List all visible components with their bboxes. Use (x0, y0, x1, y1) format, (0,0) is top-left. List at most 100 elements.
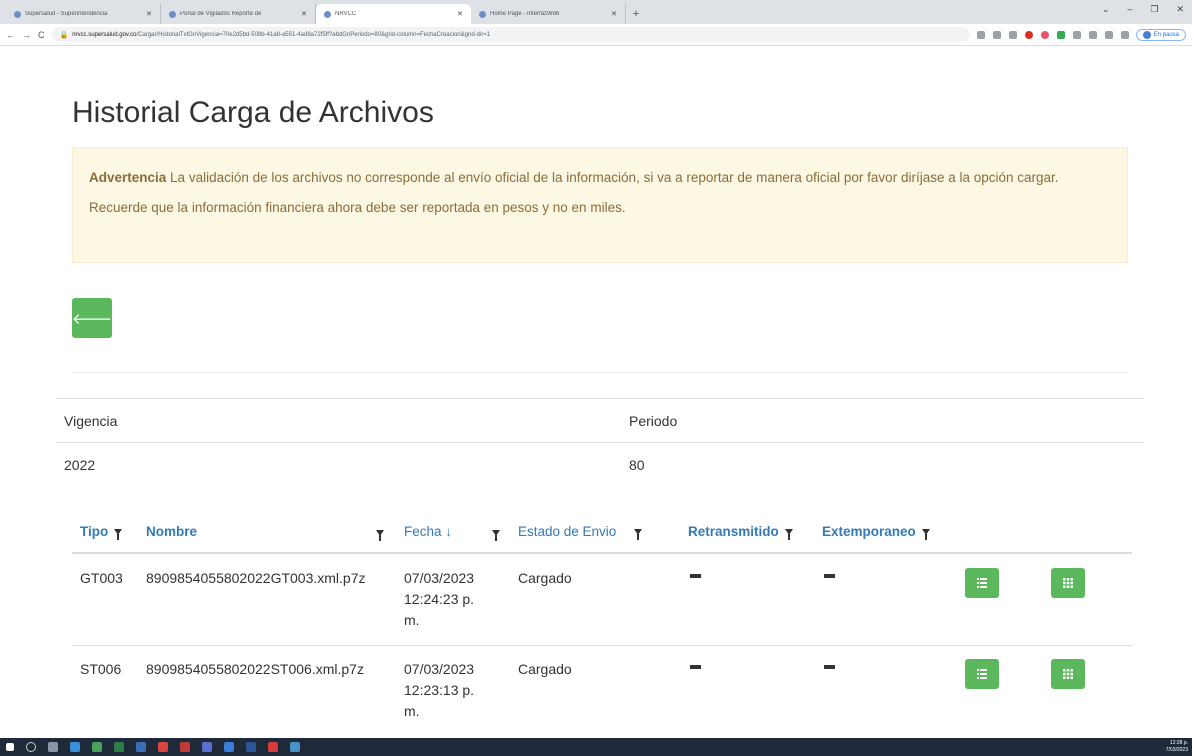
windows-taskbar: 12:28 p. 7/03/2023 (0, 738, 1192, 756)
filter-icon[interactable] (921, 528, 930, 540)
close-window-icon[interactable]: ✕ (1176, 4, 1184, 15)
column-fecha-label[interactable]: Fecha ↓ (404, 524, 452, 539)
browser-tab[interactable]: Home Page - InterfazWeb ✕ (471, 4, 626, 24)
favicon-icon (324, 10, 331, 18)
extension-icon[interactable] (1040, 30, 1049, 39)
warning-alert: Advertencia La validación de los archivo… (72, 147, 1128, 263)
forward-arrow-icon[interactable]: → (22, 30, 31, 40)
filter-icon[interactable] (634, 528, 643, 540)
favicon-icon (169, 10, 176, 18)
grid-icon (1063, 669, 1073, 679)
column-nombre-label[interactable]: Nombre (146, 524, 197, 539)
taskbar-clock[interactable]: 12:28 p. 7/03/2023 (1166, 740, 1188, 754)
extensions-area (976, 30, 1129, 39)
bookmark-star-icon[interactable] (1008, 30, 1017, 39)
periodo-value: 80 (621, 442, 1144, 487)
browser-tab[interactable]: Portal de Vigilados Reporte de ✕ (161, 4, 316, 24)
browser-tab-active[interactable]: NRVCC ✕ (316, 4, 471, 24)
dash-icon (824, 574, 835, 578)
acrobat-icon[interactable] (268, 742, 278, 752)
filter-icon[interactable] (376, 530, 384, 541)
avatar (1142, 30, 1151, 39)
app-icon[interactable] (136, 742, 146, 752)
close-icon[interactable]: ✕ (457, 10, 463, 18)
browser-tab[interactable]: Supersalud - Superintendencia ✕ (6, 4, 161, 24)
browser-tab-bar: Supersalud - Superintendencia ✕ Portal d… (0, 0, 1192, 24)
table-row: GT003 8909854055802022GT003.xml.p7z 07/0… (72, 556, 1132, 646)
tab-title: Portal de Vigilados Reporte de (180, 11, 262, 17)
close-icon[interactable]: ✕ (301, 10, 307, 18)
chrome-icon[interactable] (158, 742, 168, 752)
cell-fecha-time: 12:24:23 p. (404, 591, 475, 607)
dash-icon (690, 574, 701, 578)
tab-search-icon[interactable]: ⌄ (1102, 4, 1110, 15)
browser-toolbar: ← → C 🔒 nrvcc.supersalud.gov.co /Cargar/… (0, 24, 1192, 46)
windows-start-icon[interactable] (6, 743, 14, 751)
cell-fecha: 07/03/2023 12:23:13 p. m. (404, 659, 474, 722)
column-tipo[interactable]: Tipo (80, 524, 123, 540)
opera-extension-icon[interactable] (1024, 30, 1033, 39)
view-details-button[interactable] (965, 568, 999, 598)
filter-icon[interactable] (492, 530, 500, 541)
cell-fecha-ampm: m. (404, 703, 420, 719)
new-tab-icon[interactable]: + (626, 4, 646, 24)
address-bar[interactable]: 🔒 nrvcc.supersalud.gov.co /Cargar/Histor… (51, 27, 970, 42)
cell-tipo: ST006 (80, 661, 122, 677)
app-icon[interactable] (290, 742, 300, 752)
cell-fecha-date: 07/03/2023 (404, 570, 475, 586)
app-icon[interactable] (92, 742, 102, 752)
column-nombre[interactable]: Nombre (146, 524, 197, 539)
extension-icon[interactable] (1056, 30, 1065, 39)
maximize-icon[interactable]: ❐ (1150, 4, 1158, 15)
alert-text: La validación de los archivos no corresp… (166, 170, 1059, 185)
filter-icon[interactable] (784, 528, 793, 540)
column-retransmitido-label[interactable]: Retransmitido (688, 524, 779, 539)
cell-nombre: 8909854055802022GT003.xml.p7z (146, 570, 366, 586)
clock-date: 7/03/2023 (1165, 747, 1188, 753)
window-controls: ⌄ – ❐ ✕ (1102, 4, 1184, 15)
column-fecha[interactable]: Fecha ↓ (404, 524, 452, 539)
cell-fecha-ampm: m. (404, 612, 420, 628)
column-tipo-label[interactable]: Tipo (80, 524, 108, 539)
edge-icon[interactable] (70, 742, 80, 752)
search-icon[interactable] (26, 742, 36, 752)
tab-title: NRVCC (335, 11, 357, 17)
list-icon (977, 669, 987, 679)
outlook-icon[interactable] (246, 742, 256, 752)
close-icon[interactable]: ✕ (611, 10, 617, 18)
sidepanel-icon[interactable] (1120, 30, 1129, 39)
cell-fecha-time: 12:23:13 p. (404, 682, 475, 698)
url-host: nrvcc.supersalud.gov.co (72, 31, 137, 38)
close-icon[interactable]: ✕ (146, 10, 152, 18)
zoom-icon[interactable] (976, 30, 985, 39)
cell-nombre: 8909854055802022ST006.xml.p7z (146, 661, 364, 677)
view-details-button[interactable] (965, 659, 999, 689)
reload-icon[interactable]: C (38, 30, 45, 40)
share-icon[interactable] (992, 30, 1001, 39)
minimize-icon[interactable]: – (1127, 4, 1132, 15)
column-estado-label[interactable]: Estado de Envio (518, 524, 616, 539)
extension-icon[interactable] (1072, 30, 1081, 39)
app-icon[interactable] (202, 742, 212, 752)
column-retransmitido[interactable]: Retransmitido (688, 524, 793, 540)
app-icon[interactable] (180, 742, 190, 752)
alert-line-2: Recuerde que la información financiera a… (89, 200, 626, 215)
back-button[interactable]: 🡐 (72, 298, 112, 338)
filter-icon[interactable] (114, 528, 123, 540)
column-extemporaneo-label[interactable]: Extemporaneo (822, 524, 916, 539)
extension-icon[interactable] (1088, 30, 1097, 39)
column-estado[interactable]: Estado de Envio (518, 524, 643, 540)
grid-icon (1063, 578, 1073, 588)
profile-button[interactable]: En pausa (1135, 28, 1186, 41)
app-icon[interactable] (224, 742, 234, 752)
view-grid-button[interactable] (1051, 568, 1085, 598)
grid-header: Tipo Nombre Fecha ↓ Estado de Envio Retr… (72, 520, 1132, 554)
lock-icon: 🔒 (59, 31, 69, 39)
back-arrow-icon[interactable]: ← (6, 30, 15, 40)
task-view-icon[interactable] (48, 742, 58, 752)
excel-icon[interactable] (114, 742, 124, 752)
tab-title: Supersalud - Superintendencia (25, 11, 108, 17)
column-extemporaneo[interactable]: Extemporaneo (822, 524, 930, 540)
view-grid-button[interactable] (1051, 659, 1085, 689)
puzzle-extensions-icon[interactable] (1104, 30, 1113, 39)
